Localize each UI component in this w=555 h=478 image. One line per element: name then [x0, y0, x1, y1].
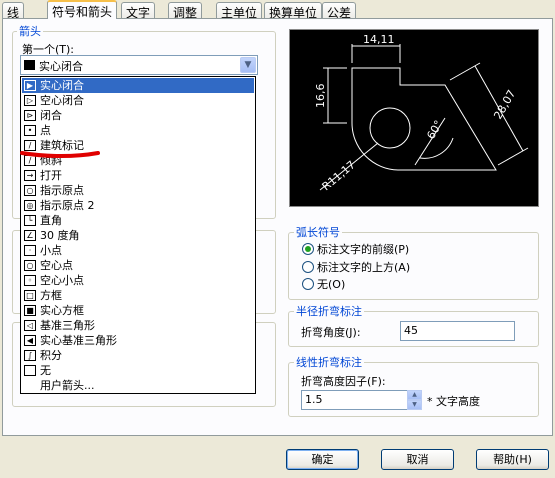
arrow-option-label: 指示原点 2	[40, 199, 95, 212]
tab-lines[interactable]: 线	[2, 2, 25, 20]
arrow-option-label: 实心方框	[40, 304, 84, 317]
first-arrow-combobox[interactable]: 实心闭合 ▼	[20, 55, 258, 75]
arrow-option-label: 用户箭头...	[40, 379, 95, 392]
arrow-option-label: 闭合	[40, 109, 62, 122]
arrow-option[interactable]: ∠ 30 度角	[22, 228, 254, 243]
tab-symbols-arrows[interactable]: 符号和箭头	[47, 0, 118, 19]
arc-above-label: 标注文字的上方(A)	[317, 261, 411, 274]
dot-icon: •	[24, 125, 36, 136]
cancel-button[interactable]: 取消	[381, 449, 454, 470]
arrow-option[interactable]: ▷ 空心闭合	[22, 93, 254, 108]
arrow-option[interactable]: 用户箭头...	[22, 378, 254, 393]
solid-box-icon: ■	[24, 305, 36, 316]
linear-jog-title: 线性折弯标注	[294, 354, 364, 370]
closed-arrow-icon: ⊳	[24, 110, 36, 121]
arrow-option-label: 空心点	[40, 259, 73, 272]
origin-indicator-icon: ○	[24, 185, 36, 196]
small-dot-icon: ·	[24, 245, 36, 256]
preview-drawing: 14,11 16,6 28,07 60° R11,17	[314, 33, 529, 193]
arrow-option-label: 无	[40, 364, 51, 377]
arrow-option[interactable]: · 小点	[22, 243, 254, 258]
arrow-option-label: 积分	[40, 349, 62, 362]
spin-up-icon[interactable]: ▲	[407, 390, 422, 400]
arrow-option[interactable]: ◀ 实心基准三角形	[22, 333, 254, 348]
arc-length-title: 弧长符号	[294, 224, 342, 240]
arrow-option-label: 点	[40, 124, 51, 137]
jog-height-label: 折弯高度因子(F):	[301, 375, 386, 388]
dim-radius-label: R11,17	[320, 158, 358, 193]
help-button[interactable]: 帮助(H)	[476, 449, 549, 470]
text-height-suffix: * 文字高度	[427, 395, 480, 408]
radio-icon[interactable]	[302, 243, 314, 255]
arrow-option[interactable]: ∫ 积分	[22, 348, 254, 363]
arc-above-radio[interactable]: 标注文字的上方(A)	[302, 259, 411, 274]
none-icon	[24, 365, 36, 376]
arrow-option[interactable]: ○ 指示原点	[22, 183, 254, 198]
arc-none-label: 无(O)	[317, 278, 346, 291]
solid-closed-arrow-icon: ▶	[24, 80, 36, 91]
arrow-option-label: 小点	[40, 244, 62, 257]
tab-primary-units[interactable]: 主单位	[216, 2, 263, 20]
tab-text[interactable]: 文字	[121, 2, 156, 20]
datum-triangle-icon: ◁	[24, 320, 36, 331]
spin-down-icon[interactable]: ▼	[407, 400, 422, 410]
arrow-option[interactable]: • 点	[22, 123, 254, 138]
dim-left-label: 16,6	[314, 84, 327, 109]
arrow-option[interactable]: ◦ 空心小点	[22, 273, 254, 288]
arrow-option-label: 直角	[40, 214, 62, 227]
arrowheads-group-title: 箭头	[17, 23, 43, 39]
radio-icon[interactable]	[302, 261, 314, 273]
arrow-option[interactable]: □ 方框	[22, 288, 254, 303]
arc-prefix-label: 标注文字的前缀(P)	[317, 243, 410, 256]
box-icon: □	[24, 290, 36, 301]
arrow-option[interactable]: 无	[22, 363, 254, 378]
arrow-option-label: 空心闭合	[40, 94, 84, 107]
arrow-option-label: 基准三角形	[40, 319, 95, 332]
jog-angle-input[interactable]: 45	[400, 321, 515, 341]
solid-datum-triangle-icon: ◀	[24, 335, 36, 346]
arrow-option[interactable]: ◎ 指示原点 2	[22, 198, 254, 213]
ok-button[interactable]: 确定	[286, 449, 359, 470]
arrow-dropdown-list[interactable]: ▶ 实心闭合 ▷ 空心闭合 ⊳ 闭合 • 点 / 建筑标记 / 倾斜 → 打开 ○ 指示原点 ◎ 指示原点 2 └ 直…	[20, 76, 256, 394]
arrow-option-label: 实心基准三角形	[40, 334, 117, 347]
arrow-option-label: 打开	[40, 169, 62, 182]
chevron-down-icon[interactable]: ▼	[240, 57, 256, 73]
tab-tolerances[interactable]: 公差	[322, 2, 357, 20]
origin-indicator-2-icon: ◎	[24, 200, 36, 211]
tab-fit[interactable]: 调整	[168, 2, 203, 20]
arrow-option[interactable]: ▶ 实心闭合	[22, 78, 254, 93]
arrow-option-label: 30 度角	[40, 229, 80, 242]
solid-closed-arrow-icon	[24, 60, 35, 70]
radio-icon[interactable]	[302, 278, 314, 290]
hollow-closed-arrow-icon: ▷	[24, 95, 36, 106]
open-arrow-icon: →	[24, 170, 36, 181]
arrow-option-label: 方框	[40, 289, 62, 302]
integral-icon: ∫	[24, 350, 36, 361]
arc-none-radio[interactable]: 无(O)	[302, 276, 346, 291]
dim-right-label: 28,07	[491, 88, 518, 122]
preview-area: 14,11 16,6 28,07 60° R11,17	[289, 29, 539, 207]
dim-top-label: 14,11	[363, 33, 395, 46]
jog-height-spinner[interactable]: ▲ ▼	[407, 390, 422, 410]
open-30-icon: ∠	[24, 230, 36, 241]
arrow-option[interactable]: ⊳ 闭合	[22, 108, 254, 123]
tab-alternate-units[interactable]: 换算单位	[264, 2, 323, 20]
arrow-option[interactable]: → 打开	[22, 168, 254, 183]
arrow-option[interactable]: ○ 空心点	[22, 258, 254, 273]
arrow-option[interactable]: └ 直角	[22, 213, 254, 228]
right-angle-icon: └	[24, 215, 36, 226]
arrow-option-label: 实心闭合	[40, 79, 84, 92]
jog-angle-label: 折弯角度(J):	[301, 326, 361, 339]
arrow-option-label: 空心小点	[40, 274, 84, 287]
red-annotation-mark	[20, 151, 100, 159]
hollow-dot-icon: ○	[24, 260, 36, 271]
arrow-option[interactable]: ■ 实心方框	[22, 303, 254, 318]
arrow-option-label: 指示原点	[40, 184, 84, 197]
arrow-option[interactable]: ◁ 基准三角形	[22, 318, 254, 333]
hollow-small-dot-icon: ◦	[24, 275, 36, 286]
tab-bar: 线 符号和箭头 文字 调整 主单位 换算单位 公差	[0, 0, 555, 20]
jog-height-input[interactable]: 1.5	[301, 390, 408, 410]
radius-jog-title: 半径折弯标注	[294, 303, 364, 319]
arc-prefix-radio[interactable]: 标注文字的前缀(P)	[302, 241, 410, 256]
